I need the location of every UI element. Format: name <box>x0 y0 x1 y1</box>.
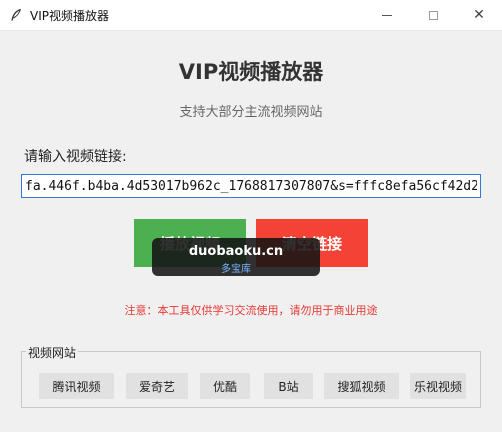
video-sites-legend: 视频网站 <box>26 344 79 361</box>
watermark-main-text: duobaoku.cn <box>188 244 284 259</box>
site-button-sohu[interactable]: 搜狐视频 <box>324 373 399 399</box>
page-subtitle: 支持大部分主流视频网站 <box>179 105 323 120</box>
window-title: VIP视频播放器 <box>30 9 109 23</box>
minimize-button[interactable] <box>364 0 410 30</box>
maximize-icon <box>428 10 438 20</box>
maximize-button[interactable] <box>410 0 456 30</box>
feather-icon <box>11 8 21 21</box>
site-button-bilibili[interactable]: B站 <box>264 373 313 399</box>
site-button-iqiyi[interactable]: 爱奇艺 <box>126 373 188 399</box>
usage-notice: 注意：本工具仅供学习交流使用，请勿用于商业用途 <box>124 304 378 317</box>
url-label: 请输入视频链接: <box>24 149 127 165</box>
close-icon: ✕ <box>473 7 485 23</box>
site-button-letv[interactable]: 乐视视频 <box>410 373 466 399</box>
watermark-overlay: duobaoku.cn 多宝库 <box>152 238 320 276</box>
close-button[interactable]: ✕ <box>456 0 502 30</box>
page-title: VIP视频播放器 <box>178 60 324 84</box>
site-button-tencent[interactable]: 腾讯视频 <box>39 373 114 399</box>
title-bar: VIP视频播放器 ✕ <box>0 0 502 31</box>
site-button-youku[interactable]: 优酷 <box>200 373 250 399</box>
url-input[interactable] <box>21 174 481 198</box>
watermark-sub-text: 多宝库 <box>221 264 251 275</box>
minimize-icon <box>382 14 392 16</box>
